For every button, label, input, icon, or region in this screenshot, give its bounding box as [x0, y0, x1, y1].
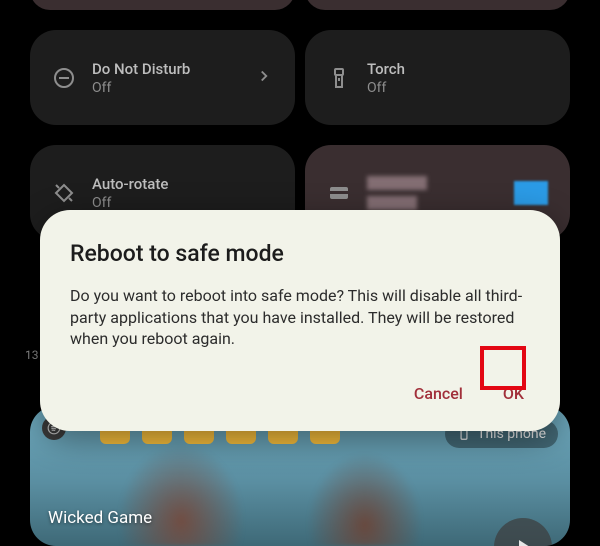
safe-mode-dialog: Reboot to safe mode Do you want to reboo…: [40, 210, 560, 431]
chevron-right-icon: [255, 67, 273, 89]
qs-tile-dnd[interactable]: Do Not Disturb Off: [30, 30, 295, 125]
dialog-title: Reboot to safe mode: [70, 240, 530, 267]
media-output-label: This phone: [477, 426, 546, 442]
tile-title: Do Not Disturb: [92, 60, 239, 78]
media-output-pill[interactable]: This phone: [445, 420, 558, 448]
qs-tile-autorotate[interactable]: Auto-rotate Off: [30, 145, 295, 240]
dialog-body: Do you want to reboot into safe mode? Th…: [70, 285, 530, 350]
media-player-card[interactable]: This phone Wicked Game: [30, 406, 570, 546]
page-indicator: 13: [25, 348, 39, 362]
qs-tile-wallet[interactable]: [305, 145, 570, 240]
spotify-icon: [42, 416, 66, 440]
tile-status: Off: [92, 80, 239, 96]
tile-title: Torch: [367, 60, 548, 78]
annotation-highlight: [480, 346, 526, 390]
tile-status: Off: [92, 195, 273, 211]
qs-tile-partial-left[interactable]: [30, 0, 295, 10]
tile-status: Off: [367, 80, 548, 96]
tile-title: Auto-rotate: [92, 175, 273, 193]
media-play-button[interactable]: [494, 518, 552, 546]
media-track-title: Wicked Game: [48, 508, 152, 528]
dnd-icon: [52, 66, 76, 90]
autorotate-icon: [52, 181, 76, 205]
rating-stars: [100, 414, 340, 444]
torch-icon: [327, 66, 351, 90]
wallet-icon: [327, 181, 351, 205]
wallet-text-blurred: [367, 176, 427, 210]
qs-tile-partial-right[interactable]: [305, 0, 570, 10]
wallet-card-thumb: [514, 181, 548, 205]
qs-tile-torch[interactable]: Torch Off: [305, 30, 570, 125]
